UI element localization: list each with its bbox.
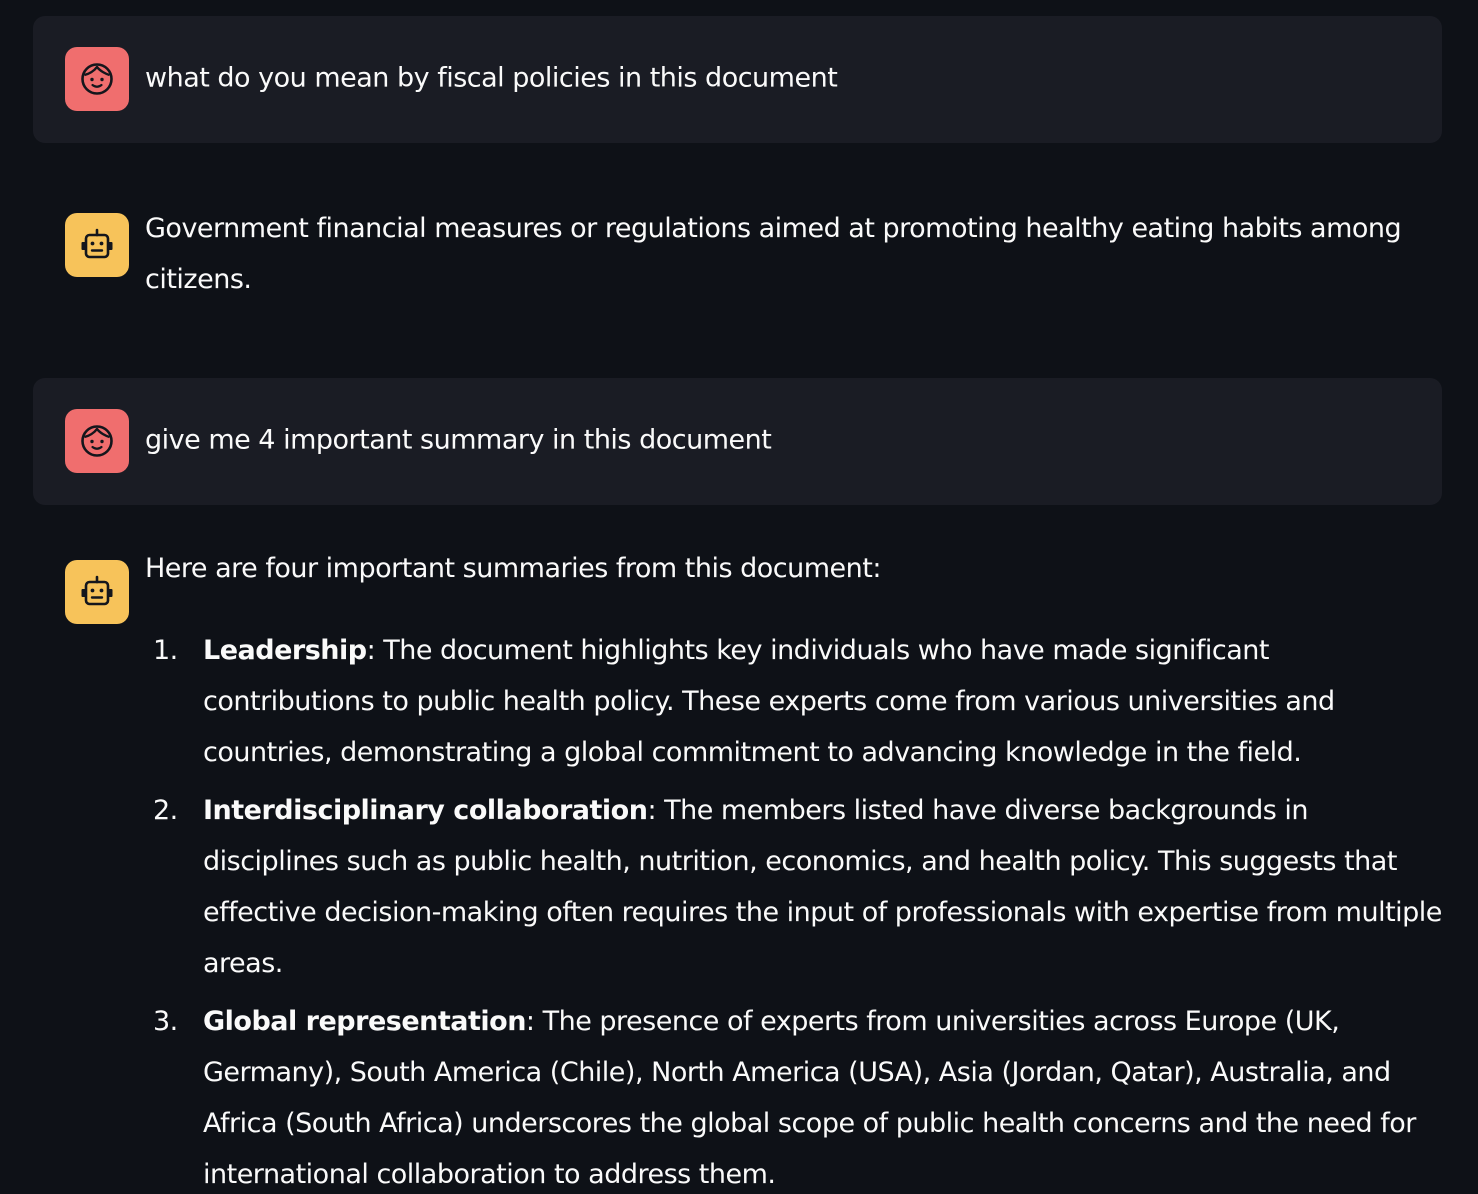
list-item: 1. Leadership: The document highlights k…	[145, 625, 1442, 778]
user-avatar	[65, 409, 129, 473]
chat-message-assistant: Government financial measures or regulat…	[33, 197, 1442, 373]
list-item: 2. Interdisciplinary collaboration: The …	[145, 785, 1442, 989]
message-intro: Here are four important summaries from t…	[145, 553, 881, 584]
robot-face-icon	[81, 228, 113, 259]
user-avatar	[65, 47, 129, 111]
list-number: 3.	[153, 1006, 178, 1037]
message-text: what do you mean by fiscal policies in t…	[145, 62, 838, 94]
list-item-title: Leadership	[203, 635, 367, 666]
message-text: Government financial measures or regulat…	[145, 213, 1402, 295]
chat-container: what do you mean by fiscal policies in t…	[33, 16, 1442, 1190]
chat-message-user: give me 4 important summary in this docu…	[33, 378, 1442, 505]
list-item-title: Interdisciplinary collaboration	[203, 795, 648, 826]
list-number: 1.	[153, 635, 178, 666]
user-face-icon	[81, 63, 113, 95]
list-item-title: Global representation	[203, 1006, 526, 1037]
robot-face-icon	[81, 575, 113, 606]
assistant-avatar	[65, 213, 129, 277]
assistant-avatar	[65, 560, 129, 624]
user-face-icon	[81, 425, 113, 457]
list-item-body: : The document highlights key individual…	[203, 635, 1335, 768]
chat-message-user: what do you mean by fiscal policies in t…	[33, 16, 1442, 143]
list-number: 2.	[153, 795, 178, 826]
message-text: give me 4 important summary in this docu…	[145, 424, 772, 456]
summary-list: 1. Leadership: The document highlights k…	[145, 625, 1442, 1194]
list-item: 3. Global representation: The presence o…	[145, 996, 1442, 1194]
